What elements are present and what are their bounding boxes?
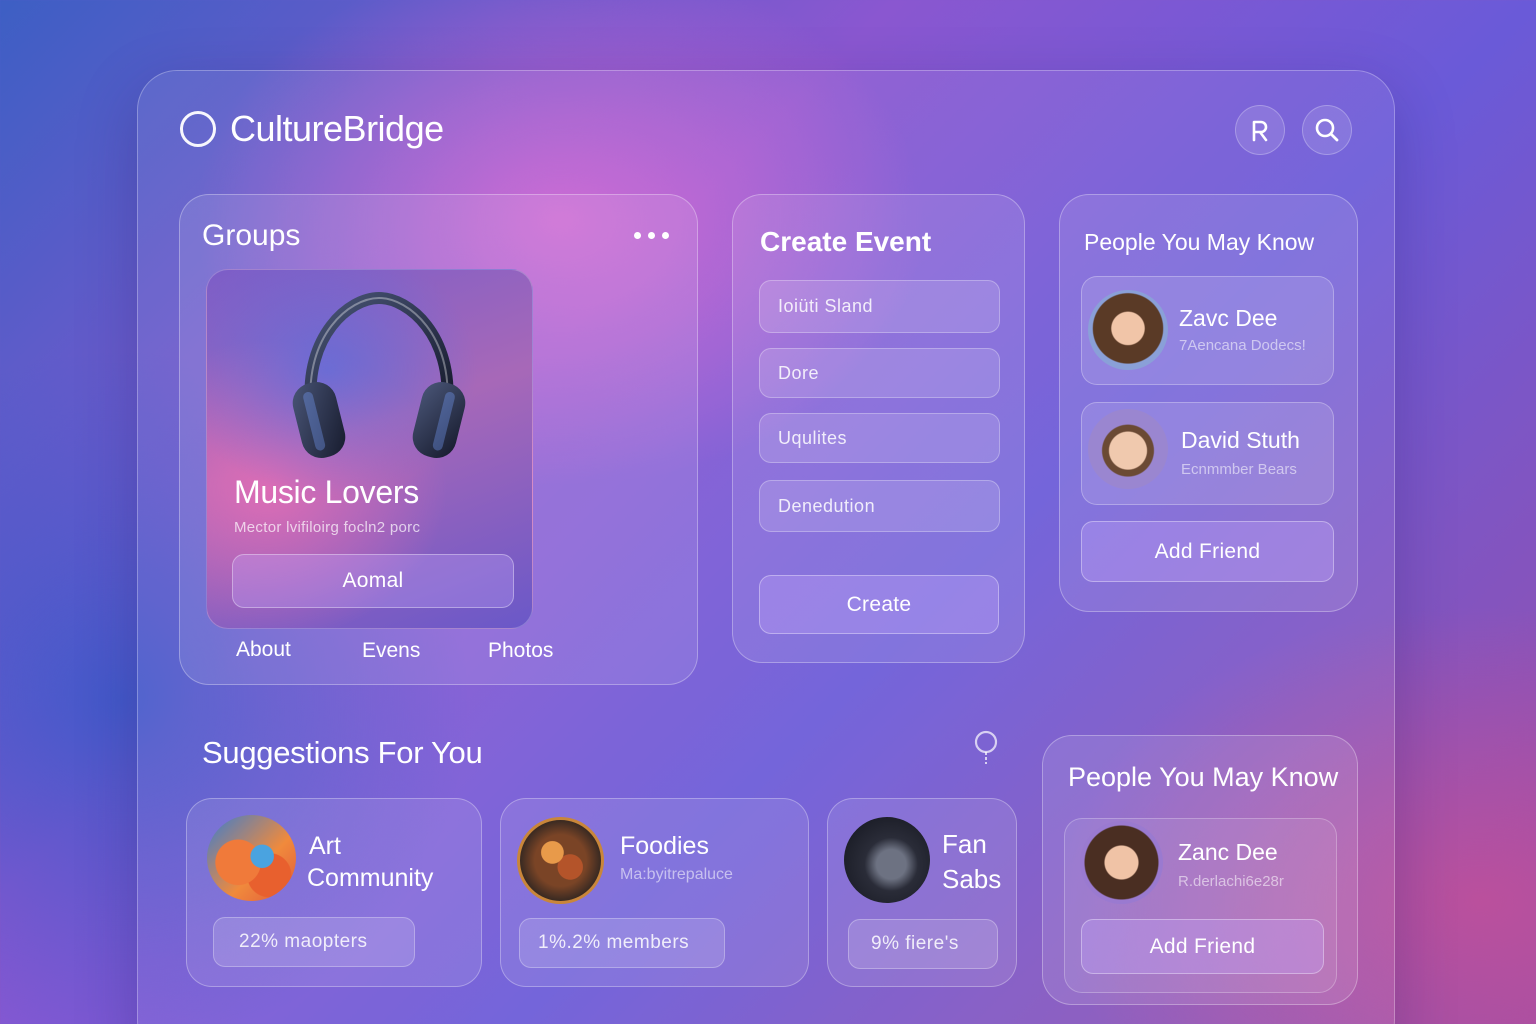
- featured-group-button[interactable]: Aomal: [232, 554, 514, 608]
- suggestion-badge: 22% maopters: [213, 917, 415, 967]
- event-field-3[interactable]: Uqulites: [759, 413, 1000, 463]
- add-friend-button[interactable]: Add Friend: [1081, 521, 1334, 582]
- person-name: David Stuth: [1181, 427, 1300, 453]
- suggestion-name: Foodies: [620, 832, 709, 860]
- featured-group-subtitle: Mector lvifiloirg focln2 porc: [234, 519, 421, 536]
- art-community-avatar: [207, 815, 296, 901]
- add-friend-button[interactable]: Add Friend: [1081, 919, 1324, 974]
- person-name: Zavc Dee: [1179, 305, 1278, 331]
- event-field-2[interactable]: Dore: [759, 348, 1000, 398]
- fan-club-avatar: [844, 817, 930, 903]
- suggestion-name-line2: Sabs: [942, 864, 1002, 894]
- featured-group-name: Music Lovers: [234, 474, 419, 510]
- app-logo: [180, 111, 216, 147]
- profile-button[interactable]: [1235, 105, 1285, 155]
- event-field-1[interactable]: Ioiüti Sland: [759, 280, 1000, 333]
- suggestion-name-line2: Community: [307, 864, 434, 892]
- search-button[interactable]: [1302, 105, 1352, 155]
- suggestion-badge: 9% fiere's: [848, 919, 998, 969]
- person-name: Zanc Dee: [1178, 839, 1278, 865]
- suggestion-name: Art: [309, 832, 341, 860]
- create-button[interactable]: Create: [759, 575, 999, 634]
- location-pin-icon[interactable]: [972, 730, 1000, 768]
- foodies-avatar: [517, 817, 604, 904]
- suggestion-meta: Ma:byitrepaluce: [620, 866, 733, 883]
- avatar: [1088, 409, 1168, 489]
- person-subtitle: 7Aencana Dodecs!: [1179, 337, 1306, 354]
- search-icon: [1315, 118, 1339, 142]
- headphones-icon: [292, 291, 466, 458]
- suggestion-name: Fan: [942, 829, 987, 859]
- avatar: [1088, 290, 1168, 370]
- event-field-4[interactable]: Denedution: [759, 480, 1000, 532]
- more-icon[interactable]: [634, 228, 674, 242]
- suggestions-title: Suggestions For You: [202, 735, 483, 770]
- tab-photos[interactable]: Photos: [488, 639, 553, 663]
- person-subtitle: R.derlachi6e28r: [1178, 873, 1284, 890]
- tab-events[interactable]: Evens: [362, 639, 420, 663]
- profile-icon: [1252, 120, 1268, 142]
- groups-title: Groups: [202, 219, 301, 252]
- people-bottom-title: People You May Know: [1068, 762, 1339, 792]
- person-subtitle: Ecnmmber Bears: [1181, 461, 1297, 478]
- people-top-title: People You May Know: [1084, 229, 1315, 255]
- suggestion-badge: 1%.2% members: [519, 918, 725, 968]
- create-event-title: Create Event: [760, 226, 932, 257]
- app-title: CultureBridge: [230, 108, 444, 149]
- tab-about[interactable]: About: [236, 638, 291, 662]
- avatar: [1080, 821, 1163, 904]
